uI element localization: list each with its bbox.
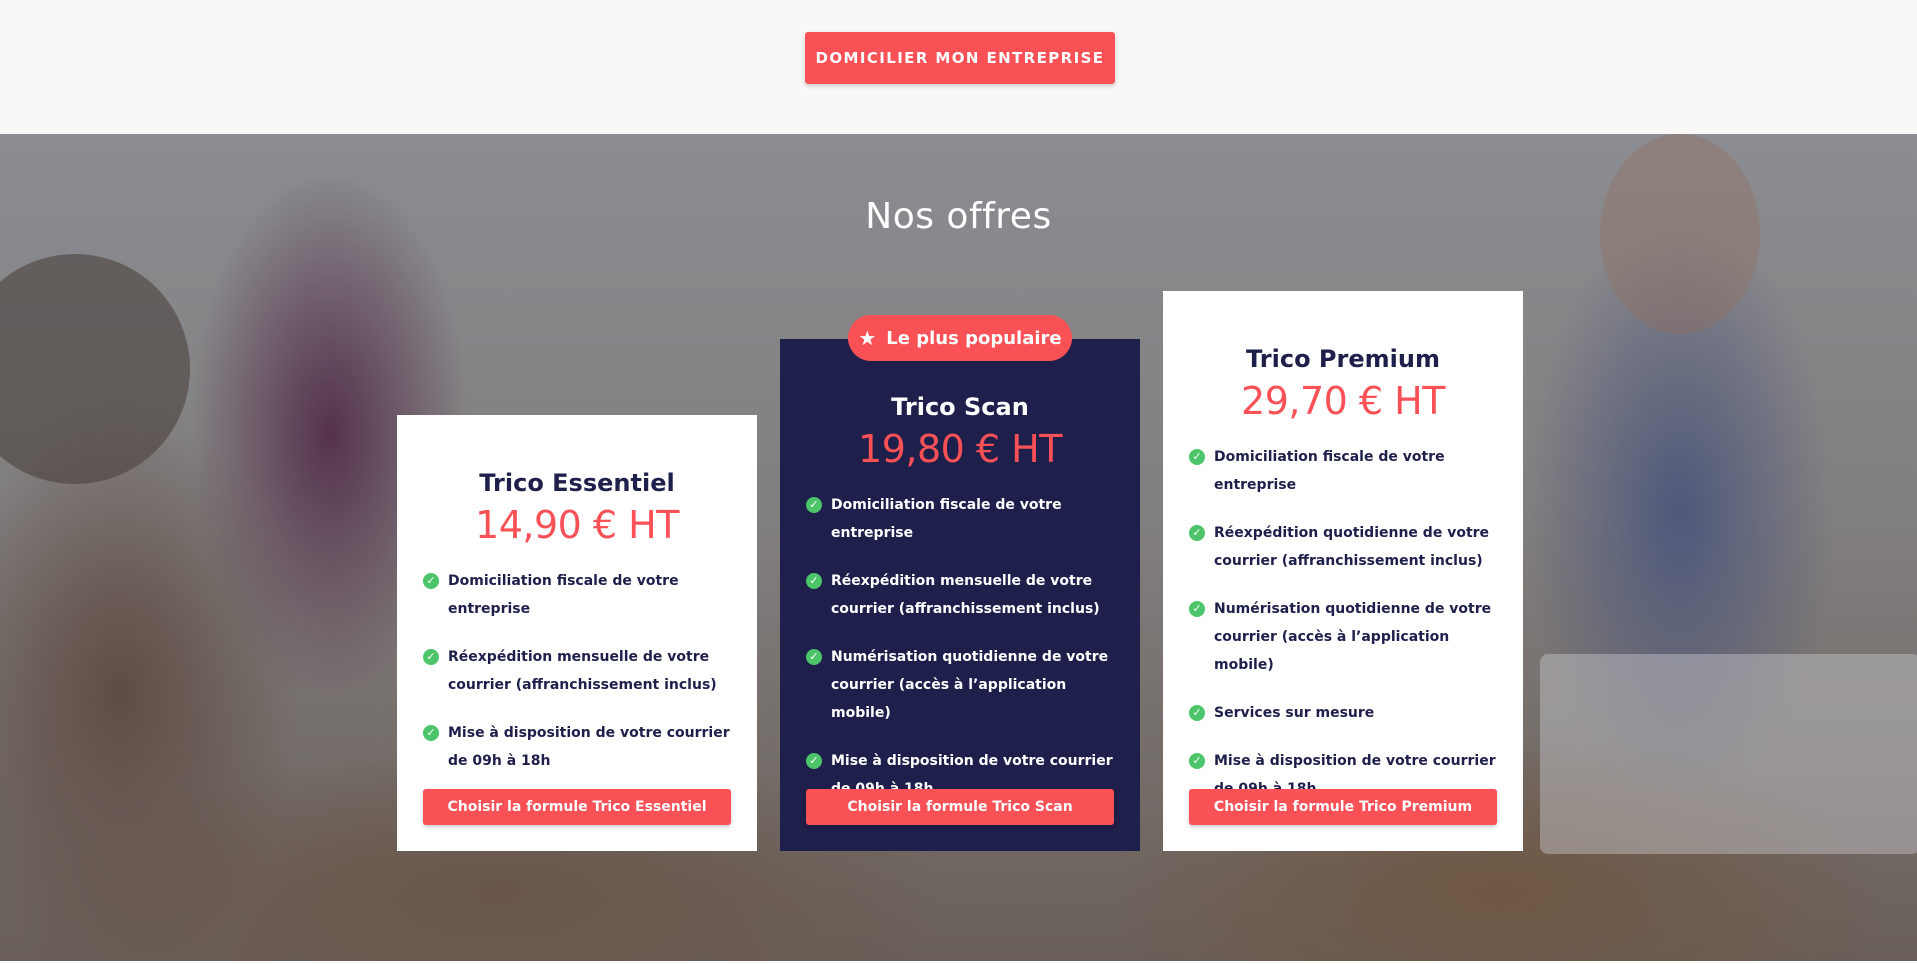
popular-badge: ★ Le plus populaire — [848, 315, 1072, 361]
check-icon: ✓ — [806, 649, 822, 665]
feature-label: Domiciliation fiscale de votre entrepris… — [1214, 449, 1445, 493]
plan-name: Trico Essentiel — [479, 469, 675, 497]
section-title: Nos offres — [865, 196, 1052, 237]
check-icon: ✓ — [1189, 525, 1205, 541]
feature-item: ✓ Mise à disposition de votre courrier de… — [423, 719, 731, 775]
feature-list: ✓ Domiciliation fiscale de votre entrepri… — [1189, 443, 1497, 803]
check-icon: ✓ — [806, 573, 822, 589]
feature-label: Numérisation quotidienne de votre courri… — [1214, 601, 1492, 673]
choose-premium-button[interactable]: Choisir la formule Trico Premium — [1189, 789, 1497, 825]
feature-label: Domiciliation fiscale de votre entrepris… — [831, 497, 1062, 541]
check-icon: ✓ — [806, 497, 822, 513]
domicilier-button[interactable]: DOMICILIER MON ENTREPRISE — [805, 32, 1115, 84]
plan-price: 19,80 € HT — [858, 427, 1062, 471]
feature-item: ✓ Domiciliation fiscale de votre entrepri… — [423, 567, 731, 623]
check-icon: ✓ — [1189, 705, 1205, 721]
feature-item: ✓ Réexpédition quotidienne de votre courr… — [1189, 519, 1497, 575]
feature-item: ✓ Numérisation quotidienne de votre courr… — [806, 643, 1114, 727]
background-photo-laptop — [1540, 654, 1917, 854]
background-photo-person — [0, 254, 190, 484]
plan-card-essentiel: Trico Essentiel 14,90 € HT ✓ Domiciliatio… — [397, 415, 757, 851]
choose-essentiel-button[interactable]: Choisir la formule Trico Essentiel — [423, 789, 731, 825]
check-icon: ✓ — [806, 753, 822, 769]
feature-item: ✓ Domiciliation fiscale de votre entrepri… — [806, 491, 1114, 547]
feature-list: ✓ Domiciliation fiscale de votre entrepri… — [423, 567, 731, 775]
feature-label: Réexpédition quotidienne de votre courri… — [1214, 525, 1490, 569]
star-icon: ★ — [858, 326, 877, 350]
plan-card-premium: Trico Premium 29,70 € HT ✓ Domiciliation … — [1163, 291, 1523, 851]
feature-label: Mise à disposition de votre courrier de … — [448, 725, 730, 769]
feature-item: ✓ Numérisation quotidienne de votre courr… — [1189, 595, 1497, 679]
feature-label: Domiciliation fiscale de votre entrepris… — [448, 573, 679, 617]
check-icon: ✓ — [423, 573, 439, 589]
top-band: DOMICILIER MON ENTREPRISE — [0, 0, 1917, 134]
check-icon: ✓ — [423, 725, 439, 741]
check-icon: ✓ — [423, 649, 439, 665]
feature-label: Numérisation quotidienne de votre courri… — [831, 649, 1109, 721]
plan-name: Trico Premium — [1246, 345, 1440, 373]
plan-price: 29,70 € HT — [1241, 379, 1445, 423]
feature-item: ✓ Réexpédition mensuelle de votre courrie… — [806, 567, 1114, 623]
plan-card-scan: Trico Scan 19,80 € HT ✓ Domiciliation fis… — [780, 339, 1140, 851]
feature-item: ✓ Services sur mesure — [1189, 699, 1497, 727]
plan-price: 14,90 € HT — [475, 503, 679, 547]
feature-label: Réexpédition mensuelle de votre courrier… — [448, 649, 717, 693]
choose-scan-button[interactable]: Choisir la formule Trico Scan — [806, 789, 1114, 825]
feature-list: ✓ Domiciliation fiscale de votre entrepri… — [806, 491, 1114, 803]
popular-badge-label: Le plus populaire — [886, 327, 1062, 349]
feature-item: ✓ Domiciliation fiscale de votre entrepri… — [1189, 443, 1497, 499]
check-icon: ✓ — [1189, 449, 1205, 465]
feature-label: Services sur mesure — [1214, 705, 1375, 721]
plan-name: Trico Scan — [891, 393, 1029, 421]
feature-item: ✓ Réexpédition mensuelle de votre courrie… — [423, 643, 731, 699]
feature-label: Réexpédition mensuelle de votre courrier… — [831, 573, 1100, 617]
check-icon: ✓ — [1189, 753, 1205, 769]
check-icon: ✓ — [1189, 601, 1205, 617]
